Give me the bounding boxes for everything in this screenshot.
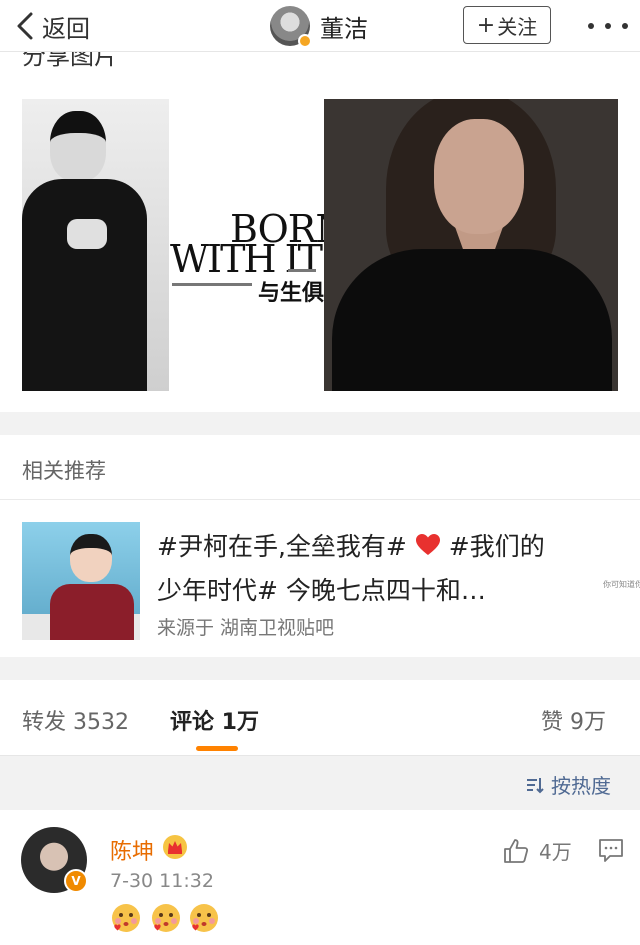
blowing-kiss-emoji-icon	[190, 904, 218, 932]
sort-bar: 按热度	[0, 756, 640, 810]
recommendation-text[interactable]: #尹柯在手,全垒我有# #我们的少年时代# 今晚七点四十和…	[157, 525, 547, 613]
sort-by-popularity-button[interactable]: 按热度	[525, 770, 611, 799]
comment-like-button[interactable]: 4万	[503, 836, 572, 865]
plus-icon: +	[476, 12, 496, 38]
crown-icon	[163, 835, 187, 859]
tiny-caption: 你可知道你	[603, 580, 640, 589]
tab-likes[interactable]: 赞 9万	[541, 704, 606, 736]
active-tab-indicator	[196, 746, 238, 751]
chevron-left-icon	[17, 12, 33, 40]
section-title: 相关推荐	[22, 459, 106, 483]
reply-icon[interactable]	[598, 837, 624, 863]
top-navbar: 返回 董洁 + 关注	[0, 0, 640, 52]
share-title: 分享图片	[22, 52, 118, 70]
tab-comments[interactable]: 评论 1万	[170, 704, 259, 736]
recommendation-source[interactable]: 来源于 湖南卫视贴吧	[157, 613, 334, 640]
verified-badge: V	[64, 869, 88, 893]
hashtag-text-1: #尹柯在手,全垒我有#	[157, 532, 407, 561]
profile-header[interactable]: 董洁	[270, 6, 368, 48]
commenter-name[interactable]: 陈坤	[110, 834, 154, 866]
comment-like-count: 4万	[539, 840, 572, 864]
follow-label: 关注	[497, 14, 538, 39]
comment-item: V 陈坤 7-30 11:32 4万	[0, 810, 640, 945]
blowing-kiss-emoji-icon	[152, 904, 180, 932]
related-recommendations: 相关推荐 #尹柯在手,全垒我有# #我们的少年时代# 今晚七点四十和… 来源于 …	[0, 435, 640, 657]
stats-tabs: 转发 3532 评论 1万 赞 9万	[0, 680, 640, 756]
avatar[interactable]	[270, 6, 312, 48]
more-options-icon[interactable]	[588, 14, 628, 38]
follow-button[interactable]: + 关注	[463, 6, 551, 44]
photo-thumbnail-3[interactable]	[324, 99, 618, 391]
photo-thumbnail-1[interactable]	[22, 99, 169, 391]
sort-icon	[527, 777, 544, 793]
heart-icon	[415, 534, 440, 555]
blowing-kiss-emoji-icon	[112, 904, 140, 932]
photo-thumbnail-2[interactable]: BORN WITH IT 与生俱来	[170, 99, 349, 391]
divider	[0, 499, 640, 500]
back-button[interactable]: 返回	[14, 8, 90, 44]
comment-time: 7-30 11:32	[110, 870, 214, 892]
verified-icon	[298, 34, 312, 48]
sort-label: 按热度	[551, 774, 611, 798]
shared-images-section: 分享图片 BORN WITH IT 与生俱来	[0, 52, 640, 412]
thumbs-up-icon	[504, 838, 529, 863]
recommendation-thumbnail[interactable]	[22, 522, 140, 640]
tab-repost[interactable]: 转发 3532	[22, 704, 129, 736]
username: 董洁	[320, 14, 368, 43]
back-label: 返回	[42, 14, 90, 43]
